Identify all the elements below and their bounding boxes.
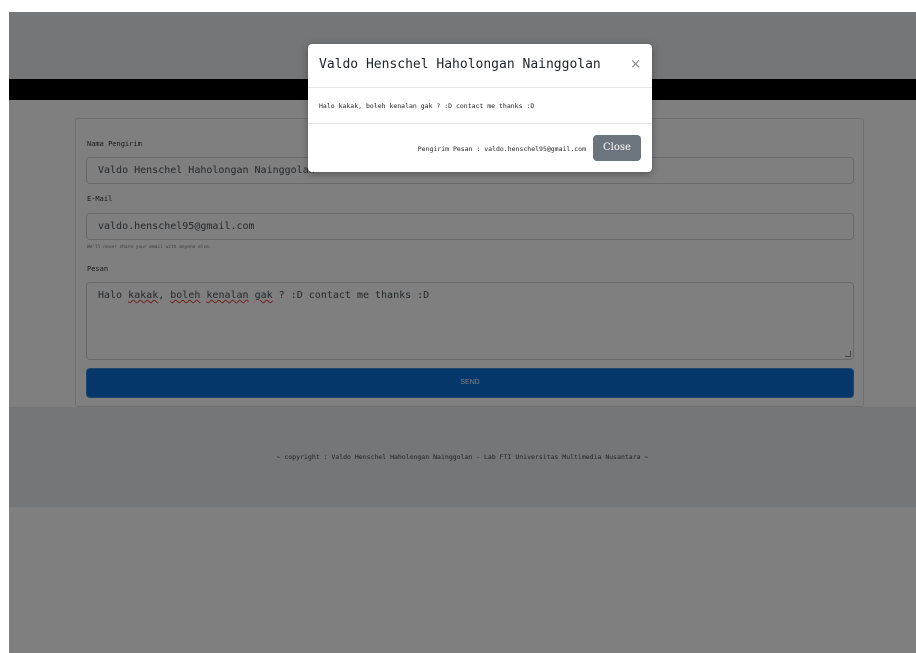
modal-header: Valdo Henschel Haholongan Nainggolan × — [308, 44, 652, 88]
modal-message: Halo kakak, boleh kenalan gak ? :D conta… — [319, 102, 535, 110]
close-icon[interactable]: × — [630, 57, 641, 72]
close-button[interactable]: Close — [593, 135, 641, 161]
modal-sender-info: Pengirim Pesan : valdo.henschel95@gmail.… — [417, 145, 586, 153]
modal-body: Halo kakak, boleh kenalan gak ? :D conta… — [308, 88, 652, 124]
modal-title: Valdo Henschel Haholongan Nainggolan — [319, 57, 601, 72]
modal-footer: Pengirim Pesan : valdo.henschel95@gmail.… — [308, 124, 652, 172]
browser-viewport: Nama Pengirim Valdo Henschel Haholongan … — [9, 12, 916, 653]
message-modal: Valdo Henschel Haholongan Nainggolan × H… — [308, 44, 652, 172]
